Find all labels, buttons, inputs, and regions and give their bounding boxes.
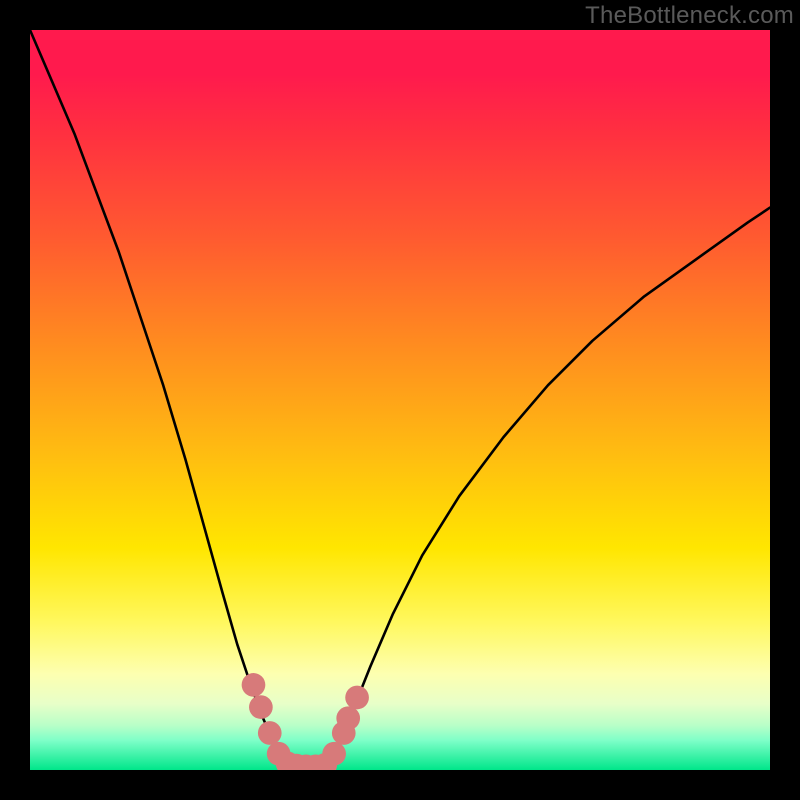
- chart-stage: TheBottleneck.com: [0, 0, 800, 800]
- marker-group: [242, 673, 369, 770]
- marker-point-9: [322, 742, 346, 766]
- curve-layer: [30, 30, 770, 770]
- series-group: [30, 30, 770, 766]
- marker-point-11: [336, 706, 360, 730]
- marker-point-12: [345, 686, 369, 710]
- marker-point-0: [242, 673, 266, 697]
- plot-area: [30, 30, 770, 770]
- marker-point-1: [249, 695, 273, 719]
- watermark-text: TheBottleneck.com: [585, 2, 794, 30]
- series-right-branch: [326, 208, 770, 767]
- series-left-branch: [30, 30, 289, 766]
- marker-point-2: [258, 721, 282, 745]
